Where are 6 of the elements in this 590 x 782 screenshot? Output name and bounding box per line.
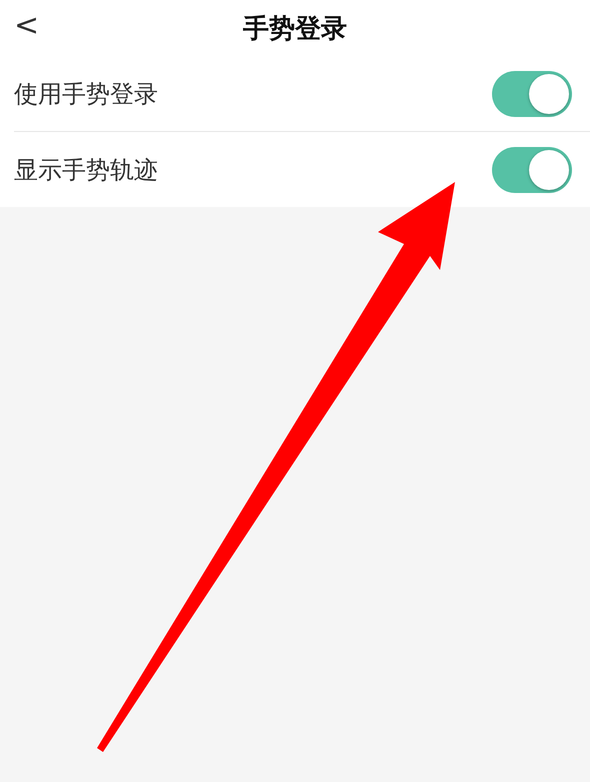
back-button[interactable]: < <box>6 6 48 45</box>
toggle-switch[interactable] <box>492 146 572 192</box>
toggle-switch[interactable] <box>492 70 572 116</box>
setting-label: 显示手势轨迹 <box>14 154 158 186</box>
page-title: 手势登录 <box>243 12 347 46</box>
setting-label: 使用手势登录 <box>14 78 158 110</box>
